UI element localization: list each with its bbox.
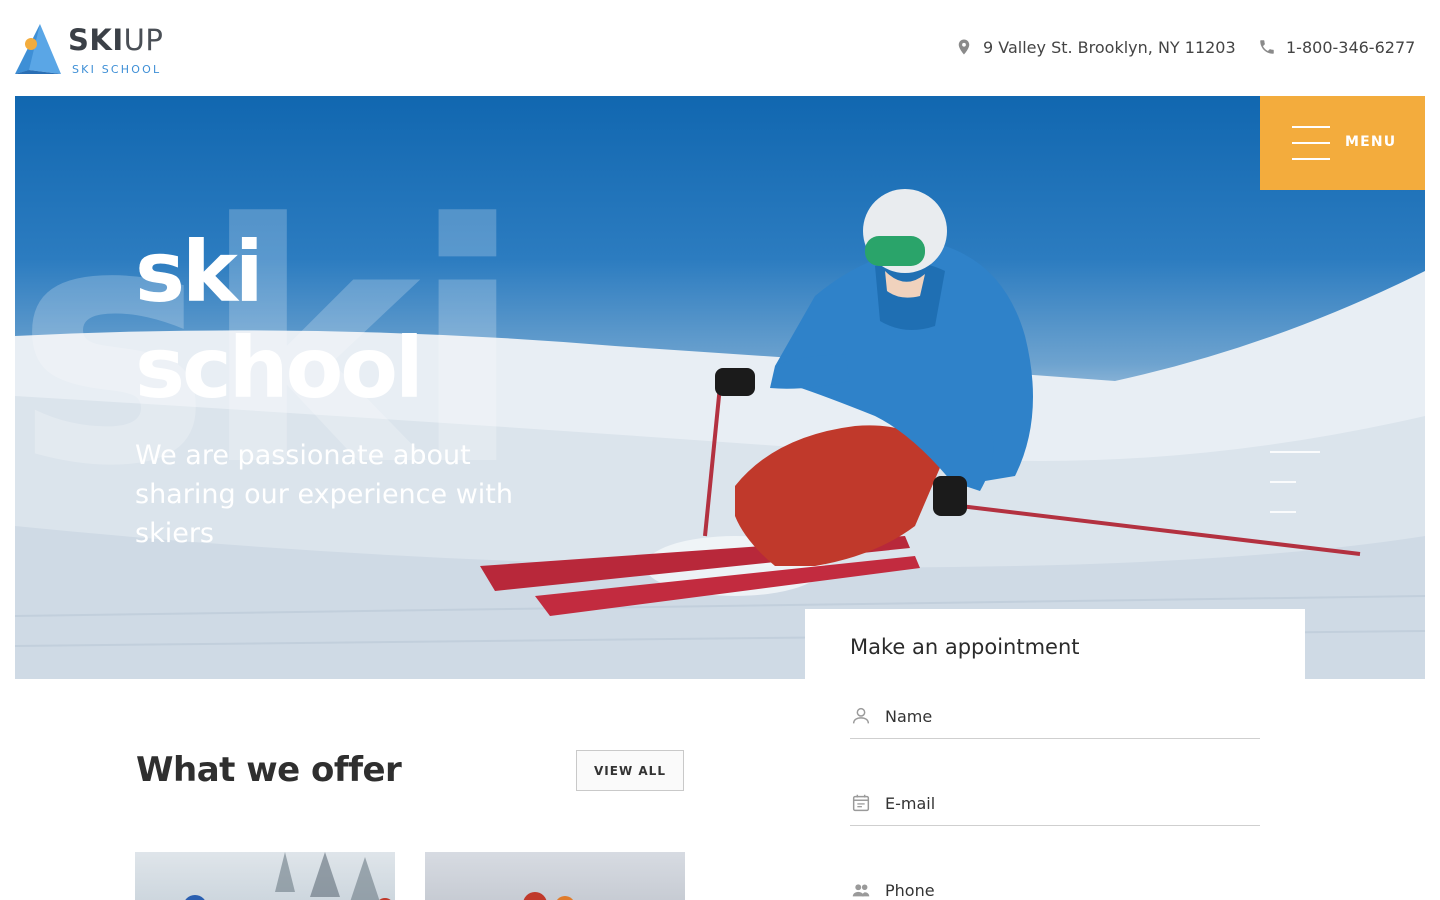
hero-title-line2: school: [135, 319, 424, 417]
hero-banner: ski ski school We are passionate about s…: [15, 96, 1425, 679]
name-input[interactable]: [885, 701, 1245, 731]
appointment-title: Make an appointment: [850, 635, 1080, 659]
offer-card-image[interactable]: [425, 852, 685, 900]
mountain-logo-icon: [15, 24, 61, 74]
phone-text: 1-800-346-6277: [1286, 37, 1416, 57]
address-text: 9 Valley St. Brooklyn, NY 11203: [983, 37, 1236, 57]
offer-card-photo: [185, 852, 391, 900]
phone-field[interactable]: [850, 871, 1260, 900]
map-pin-icon: [958, 39, 970, 55]
site-logo[interactable]: SKIUP SKI SCHOOL: [15, 20, 185, 78]
people-icon: [852, 884, 870, 897]
logo-wordmark: SKIUP: [68, 23, 164, 57]
phone-icon: [1260, 40, 1274, 54]
hero-title: ski school: [135, 223, 424, 417]
logo-tagline: SKI SCHOOL: [72, 63, 162, 76]
offer-section-title: What we offer: [136, 750, 402, 790]
slider-dot-active[interactable]: [1270, 451, 1320, 453]
menu-label: MENU: [1345, 134, 1397, 150]
offer-card-photo: [523, 892, 573, 900]
email-field[interactable]: [850, 784, 1260, 826]
header-phone[interactable]: 1-800-346-6277: [1258, 36, 1415, 58]
calendar-icon: [852, 794, 870, 812]
appointment-form: Make an appointment: [805, 609, 1305, 900]
offer-card-image[interactable]: [135, 852, 395, 900]
hero-subtitle: We are passionate about sharing our expe…: [135, 440, 513, 549]
hero-title-line1: ski: [135, 223, 264, 321]
slider-dot[interactable]: [1270, 511, 1296, 513]
name-field[interactable]: [850, 697, 1260, 739]
hamburger-icon: [1292, 126, 1330, 160]
phone-input[interactable]: [885, 875, 1245, 900]
header-address: 9 Valley St. Brooklyn, NY 11203: [955, 36, 1236, 58]
person-icon: [852, 707, 870, 724]
view-all-button[interactable]: VIEW ALL: [576, 750, 684, 791]
slider-dot[interactable]: [1270, 481, 1296, 483]
email-input[interactable]: [885, 788, 1245, 818]
menu-button[interactable]: MENU: [1260, 96, 1425, 190]
slider-pagination[interactable]: [1270, 451, 1322, 517]
